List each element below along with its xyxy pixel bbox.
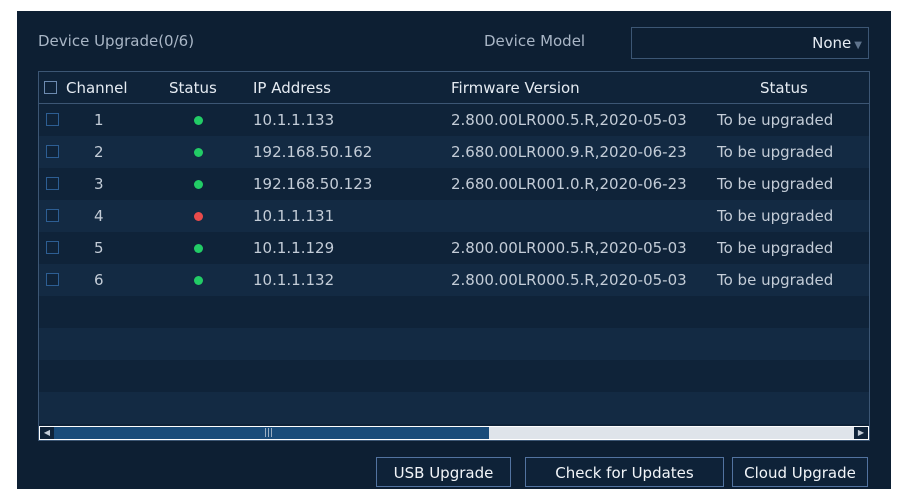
row-checkbox[interactable] [46,145,59,158]
channel-cell: 3 [94,175,104,193]
ip-cell: 10.1.1.131 [253,207,335,225]
ip-cell: 10.1.1.129 [253,239,335,257]
table-row[interactable]: 3 192.168.50.123 2.680.00LR001.0.R,2020-06… [39,168,869,200]
channel-cell: 4 [94,207,104,225]
channel-cell: 2 [94,143,104,161]
ip-cell: 192.168.50.162 [253,143,373,161]
device-model-value: None [812,34,852,52]
select-all-checkbox[interactable] [44,81,57,94]
upgrade-status-cell: To be upgraded [717,143,834,161]
col-ip-address: IP Address [253,79,331,97]
channel-cell: 1 [94,111,104,129]
channel-cell: 6 [94,271,104,289]
ip-cell: 10.1.1.133 [253,111,335,129]
col-upgrade-status: Status [760,79,808,97]
firmware-cell: 2.800.00LR000.5.R,2020-05-03 [451,111,687,129]
status-dot-icon [194,276,203,285]
channel-cell: 5 [94,239,104,257]
col-status: Status [169,79,217,97]
row-checkbox[interactable] [46,273,59,286]
table-header: Channel Status IP Address Firmware Versi… [39,72,869,104]
table-row[interactable]: 4 10.1.1.131 To be upgraded [39,200,869,232]
firmware-cell: 2.680.00LR000.9.R,2020-06-23 [451,143,687,161]
caret-down-icon: ▼ [854,40,862,51]
ip-cell: 192.168.50.123 [253,175,373,193]
status-dot-icon [194,212,203,221]
empty-row [39,296,869,328]
device-upgrade-panel: Device Upgrade(0/6) Device Model None ▼ C… [17,11,891,489]
row-checkbox[interactable] [46,113,59,126]
table-row[interactable]: 6 10.1.1.132 2.800.00LR000.5.R,2020-05-03 T… [39,264,869,296]
grip-icon: ||| [264,428,274,438]
horizontal-scrollbar[interactable]: ◀ ||| ▶ [39,426,869,440]
upgrade-status-cell: To be upgraded [717,271,834,289]
upgrade-status-cell: To be upgraded [717,207,834,225]
device-model-label: Device Model [484,32,586,50]
table-row[interactable]: 1 10.1.1.133 2.800.00LR000.5.R,2020-05-03 T… [39,104,869,136]
upgrade-status-cell: To be upgraded [717,111,834,129]
scroll-track[interactable]: ||| [54,427,855,439]
cloud-upgrade-button[interactable]: Cloud Upgrade [732,457,868,487]
table-row[interactable]: 5 10.1.1.129 2.800.00LR000.5.R,2020-05-03 T… [39,232,869,264]
firmware-cell: 2.800.00LR000.5.R,2020-05-03 [451,239,687,257]
upgrade-status-cell: To be upgraded [717,175,834,193]
ip-cell: 10.1.1.132 [253,271,335,289]
scroll-thumb[interactable]: ||| [54,427,489,439]
status-dot-icon [194,244,203,253]
firmware-cell: 2.680.00LR001.0.R,2020-06-23 [451,175,687,193]
row-checkbox[interactable] [46,177,59,190]
table-row[interactable]: 2 192.168.50.162 2.680.00LR000.9.R,2020-06… [39,136,869,168]
col-channel: Channel [66,79,128,97]
row-checkbox[interactable] [46,209,59,222]
page-title: Device Upgrade(0/6) [38,32,195,50]
check-for-updates-button[interactable]: Check for Updates [525,457,724,487]
empty-row [39,360,869,392]
empty-row [39,392,869,424]
usb-upgrade-button[interactable]: USB Upgrade [376,457,511,487]
device-model-select[interactable]: None ▼ [631,27,869,59]
status-dot-icon [194,116,203,125]
firmware-cell: 2.800.00LR000.5.R,2020-05-03 [451,271,687,289]
arrow-right-icon[interactable]: ▶ [854,427,868,439]
upgrade-status-cell: To be upgraded [717,239,834,257]
row-checkbox[interactable] [46,241,59,254]
col-firmware-version: Firmware Version [451,79,580,97]
status-dot-icon [194,148,203,157]
device-table: Channel Status IP Address Firmware Versi… [38,71,870,441]
status-dot-icon [194,180,203,189]
empty-row [39,328,869,360]
arrow-left-icon[interactable]: ◀ [40,427,54,439]
